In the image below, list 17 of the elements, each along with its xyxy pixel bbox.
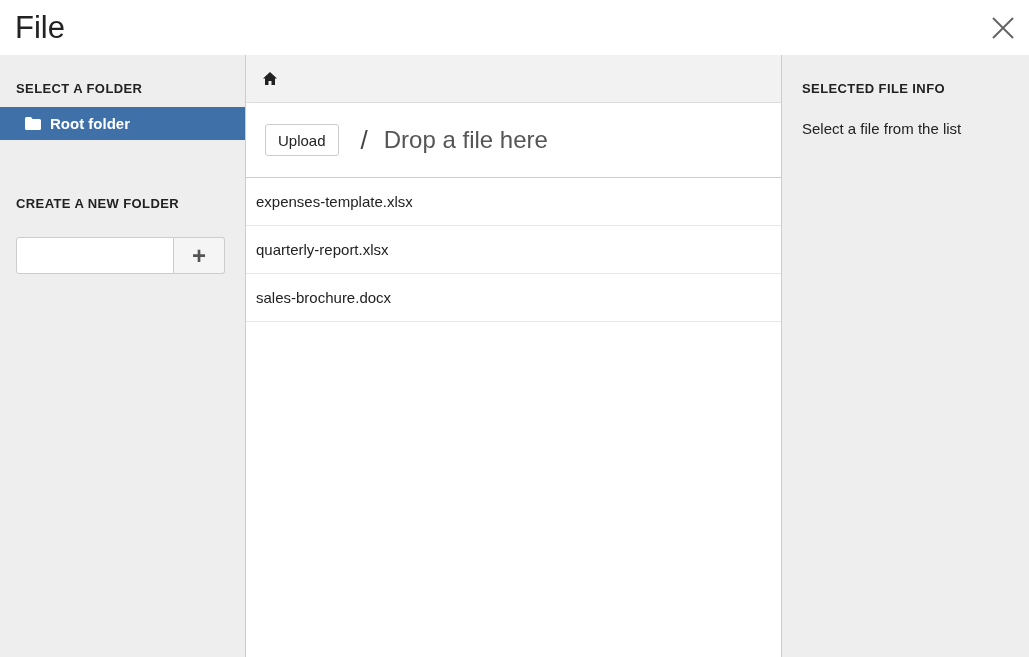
home-icon[interactable] bbox=[263, 72, 277, 85]
section-heading: SELECTED FILE INFO bbox=[801, 81, 946, 96]
section-heading: SELECT A FOLDER bbox=[15, 81, 144, 96]
close-icon[interactable] bbox=[992, 16, 1014, 39]
separator-slash: / bbox=[360, 124, 368, 156]
file-item[interactable]: sales-brochure.docx bbox=[246, 274, 781, 322]
section-heading: CREATE A NEW FOLDER bbox=[15, 196, 181, 211]
file-item[interactable]: quarterly-report.xlsx bbox=[246, 226, 781, 274]
upload-button[interactable]: Upload bbox=[265, 124, 339, 156]
dialog-title: File bbox=[15, 9, 65, 46]
drop-zone-hint[interactable]: Drop a file here bbox=[383, 126, 548, 154]
folder-item[interactable]: Root folder bbox=[0, 107, 245, 140]
folder-icon bbox=[25, 117, 41, 130]
file-item[interactable]: expenses-template.xlsx bbox=[246, 178, 781, 226]
add-folder-button[interactable]: + bbox=[174, 237, 225, 274]
info-message: Select a file from the list bbox=[801, 120, 963, 137]
folder-name-field[interactable] bbox=[16, 237, 174, 274]
